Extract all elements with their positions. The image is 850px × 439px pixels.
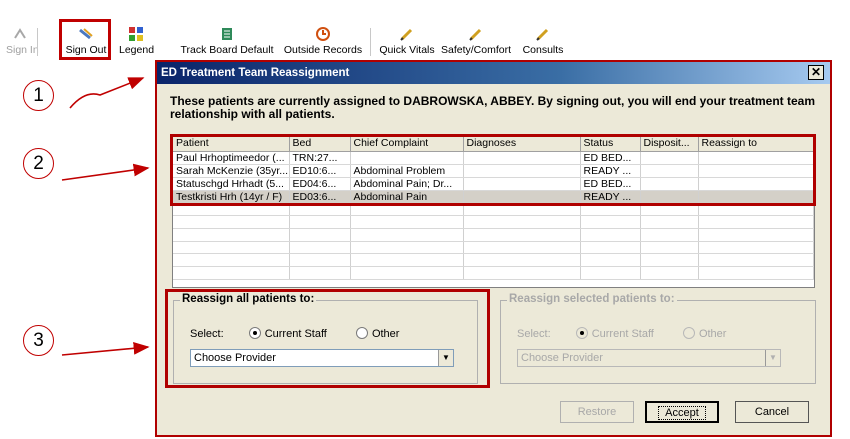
reassign-selected-other-radio[interactable]: Other <box>682 327 727 340</box>
empty-row <box>173 266 814 280</box>
sign-out-highlight <box>59 19 111 60</box>
empty-row <box>173 253 814 267</box>
annotation-3: 3 <box>23 325 54 356</box>
reassign-selected-select-row: Select: Current Staff Other <box>517 327 726 340</box>
patient-rows-highlight <box>170 134 816 206</box>
cancel-button[interactable]: Cancel <box>735 401 809 423</box>
annotation-2: 2 <box>23 148 54 179</box>
annotation-1: 1 <box>23 80 54 111</box>
sign-in-label: Sign In <box>6 44 39 56</box>
dropdown-value: Choose Provider <box>521 352 603 364</box>
outside-records-label: Outside Records <box>283 44 363 56</box>
reassign-all-highlight <box>165 289 490 388</box>
track-board-default-button[interactable]: Track Board Default <box>178 26 276 60</box>
current-staff-label: Current Staff <box>591 328 654 340</box>
outside-records-icon <box>316 27 330 41</box>
other-label: Other <box>698 328 727 340</box>
sign-in-icon <box>14 28 26 39</box>
pencil-icon <box>400 28 413 41</box>
accept-label: Accept <box>658 406 706 420</box>
legend-button[interactable]: Legend <box>119 26 155 60</box>
reassign-selected-title: Reassign selected patients to: <box>507 293 677 305</box>
track-board-icon <box>222 28 232 40</box>
arrow-1 <box>69 77 145 109</box>
accept-button[interactable]: Accept <box>645 401 719 423</box>
empty-row <box>173 241 814 255</box>
close-icon[interactable]: ✕ <box>808 65 824 80</box>
sign-in-button[interactable]: Sign In <box>6 26 39 60</box>
outside-records-button[interactable]: Outside Records <box>281 26 365 60</box>
track-board-default-label: Track Board Default <box>180 44 274 56</box>
radio-unselected-icon <box>682 327 695 339</box>
dialog-title: ED Treatment Team Reassignment <box>161 67 350 79</box>
reassign-selected-current-staff-radio[interactable]: Current Staff <box>575 327 657 340</box>
quick-vitals-label: Quick Vitals <box>379 44 435 56</box>
pencil-icon <box>469 28 482 41</box>
quick-vitals-button[interactable]: Quick Vitals <box>376 26 438 60</box>
legend-label: Legend <box>119 44 155 56</box>
toolbar-separator <box>37 28 38 56</box>
arrow-2 <box>61 163 150 181</box>
empty-row <box>173 215 814 229</box>
radio-selected-icon <box>575 327 588 339</box>
dialog-title-bar: ED Treatment Team Reassignment ✕ <box>157 62 830 84</box>
chevron-down-icon[interactable]: ▼ <box>765 350 780 366</box>
reassign-selected-provider-dropdown[interactable]: Choose Provider ▼ <box>517 349 781 367</box>
toolbar-separator <box>370 28 371 56</box>
safety-comfort-label: Safety/Comfort <box>440 44 512 56</box>
empty-row <box>173 228 814 242</box>
safety-comfort-button[interactable]: Safety/Comfort <box>440 26 512 60</box>
pencil-icon <box>536 28 549 41</box>
reassign-selected-group: Reassign selected patients to: Select: C… <box>500 293 816 384</box>
arrow-3 <box>61 341 150 356</box>
consults-button[interactable]: Consults <box>518 26 568 60</box>
reassign-selected-select-label: Select: <box>517 328 551 340</box>
consults-label: Consults <box>522 44 564 56</box>
restore-button[interactable]: Restore <box>560 401 634 423</box>
signout-message: These patients are currently assigned to… <box>170 94 815 121</box>
reassignment-dialog: ED Treatment Team Reassignment ✕ These p… <box>155 60 832 437</box>
toolbar: Sign In Sign Out Legend Track Board Defa… <box>0 0 850 62</box>
legend-icon <box>129 27 143 41</box>
